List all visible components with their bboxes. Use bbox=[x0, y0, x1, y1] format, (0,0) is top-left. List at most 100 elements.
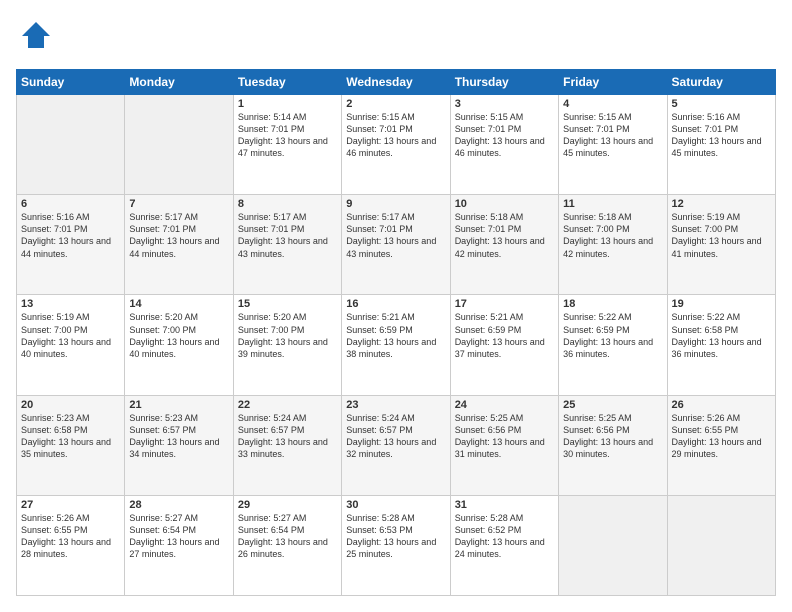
day-number: 10 bbox=[455, 198, 554, 210]
logo bbox=[16, 16, 54, 59]
calendar-cell: 20Sunrise: 5:23 AM Sunset: 6:58 PM Dayli… bbox=[17, 395, 125, 495]
day-info: Sunrise: 5:25 AM Sunset: 6:56 PM Dayligh… bbox=[563, 412, 662, 461]
calendar-cell bbox=[17, 95, 125, 195]
calendar-cell bbox=[559, 495, 667, 595]
day-number: 18 bbox=[563, 298, 662, 310]
day-number: 4 bbox=[563, 98, 662, 110]
calendar-cell: 7Sunrise: 5:17 AM Sunset: 7:01 PM Daylig… bbox=[125, 195, 233, 295]
day-number: 24 bbox=[455, 399, 554, 411]
day-info: Sunrise: 5:23 AM Sunset: 6:58 PM Dayligh… bbox=[21, 412, 120, 461]
day-info: Sunrise: 5:21 AM Sunset: 6:59 PM Dayligh… bbox=[455, 311, 554, 360]
day-info: Sunrise: 5:17 AM Sunset: 7:01 PM Dayligh… bbox=[129, 211, 228, 260]
day-info: Sunrise: 5:19 AM Sunset: 7:00 PM Dayligh… bbox=[21, 311, 120, 360]
day-number: 16 bbox=[346, 298, 445, 310]
calendar-cell: 30Sunrise: 5:28 AM Sunset: 6:53 PM Dayli… bbox=[342, 495, 450, 595]
day-info: Sunrise: 5:21 AM Sunset: 6:59 PM Dayligh… bbox=[346, 311, 445, 360]
day-info: Sunrise: 5:22 AM Sunset: 6:59 PM Dayligh… bbox=[563, 311, 662, 360]
day-number: 22 bbox=[238, 399, 337, 411]
calendar-cell: 16Sunrise: 5:21 AM Sunset: 6:59 PM Dayli… bbox=[342, 295, 450, 395]
calendar-cell: 22Sunrise: 5:24 AM Sunset: 6:57 PM Dayli… bbox=[233, 395, 341, 495]
calendar-week-row: 1Sunrise: 5:14 AM Sunset: 7:01 PM Daylig… bbox=[17, 95, 776, 195]
day-number: 14 bbox=[129, 298, 228, 310]
weekday-header: Thursday bbox=[450, 70, 558, 95]
calendar-week-row: 20Sunrise: 5:23 AM Sunset: 6:58 PM Dayli… bbox=[17, 395, 776, 495]
calendar-cell: 26Sunrise: 5:26 AM Sunset: 6:55 PM Dayli… bbox=[667, 395, 775, 495]
calendar-cell: 9Sunrise: 5:17 AM Sunset: 7:01 PM Daylig… bbox=[342, 195, 450, 295]
day-info: Sunrise: 5:18 AM Sunset: 7:01 PM Dayligh… bbox=[455, 211, 554, 260]
day-info: Sunrise: 5:15 AM Sunset: 7:01 PM Dayligh… bbox=[455, 111, 554, 160]
calendar-cell: 8Sunrise: 5:17 AM Sunset: 7:01 PM Daylig… bbox=[233, 195, 341, 295]
day-number: 26 bbox=[672, 399, 771, 411]
day-info: Sunrise: 5:26 AM Sunset: 6:55 PM Dayligh… bbox=[672, 412, 771, 461]
day-number: 7 bbox=[129, 198, 228, 210]
day-number: 25 bbox=[563, 399, 662, 411]
day-number: 8 bbox=[238, 198, 337, 210]
day-info: Sunrise: 5:16 AM Sunset: 7:01 PM Dayligh… bbox=[672, 111, 771, 160]
day-number: 27 bbox=[21, 499, 120, 511]
calendar-cell: 5Sunrise: 5:16 AM Sunset: 7:01 PM Daylig… bbox=[667, 95, 775, 195]
day-info: Sunrise: 5:25 AM Sunset: 6:56 PM Dayligh… bbox=[455, 412, 554, 461]
calendar-cell: 18Sunrise: 5:22 AM Sunset: 6:59 PM Dayli… bbox=[559, 295, 667, 395]
calendar-cell: 3Sunrise: 5:15 AM Sunset: 7:01 PM Daylig… bbox=[450, 95, 558, 195]
day-info: Sunrise: 5:18 AM Sunset: 7:00 PM Dayligh… bbox=[563, 211, 662, 260]
day-info: Sunrise: 5:15 AM Sunset: 7:01 PM Dayligh… bbox=[346, 111, 445, 160]
calendar-cell: 12Sunrise: 5:19 AM Sunset: 7:00 PM Dayli… bbox=[667, 195, 775, 295]
weekday-header: Friday bbox=[559, 70, 667, 95]
calendar-cell: 13Sunrise: 5:19 AM Sunset: 7:00 PM Dayli… bbox=[17, 295, 125, 395]
calendar-cell: 1Sunrise: 5:14 AM Sunset: 7:01 PM Daylig… bbox=[233, 95, 341, 195]
day-number: 6 bbox=[21, 198, 120, 210]
day-info: Sunrise: 5:24 AM Sunset: 6:57 PM Dayligh… bbox=[238, 412, 337, 461]
day-number: 11 bbox=[563, 198, 662, 210]
calendar-cell: 29Sunrise: 5:27 AM Sunset: 6:54 PM Dayli… bbox=[233, 495, 341, 595]
day-info: Sunrise: 5:20 AM Sunset: 7:00 PM Dayligh… bbox=[238, 311, 337, 360]
calendar-cell: 14Sunrise: 5:20 AM Sunset: 7:00 PM Dayli… bbox=[125, 295, 233, 395]
calendar-cell bbox=[667, 495, 775, 595]
calendar-cell: 6Sunrise: 5:16 AM Sunset: 7:01 PM Daylig… bbox=[17, 195, 125, 295]
day-info: Sunrise: 5:22 AM Sunset: 6:58 PM Dayligh… bbox=[672, 311, 771, 360]
day-info: Sunrise: 5:17 AM Sunset: 7:01 PM Dayligh… bbox=[346, 211, 445, 260]
calendar-week-row: 13Sunrise: 5:19 AM Sunset: 7:00 PM Dayli… bbox=[17, 295, 776, 395]
day-number: 31 bbox=[455, 499, 554, 511]
day-info: Sunrise: 5:24 AM Sunset: 6:57 PM Dayligh… bbox=[346, 412, 445, 461]
day-info: Sunrise: 5:19 AM Sunset: 7:00 PM Dayligh… bbox=[672, 211, 771, 260]
calendar-cell: 24Sunrise: 5:25 AM Sunset: 6:56 PM Dayli… bbox=[450, 395, 558, 495]
day-number: 5 bbox=[672, 98, 771, 110]
day-info: Sunrise: 5:27 AM Sunset: 6:54 PM Dayligh… bbox=[129, 512, 228, 561]
weekday-header: Wednesday bbox=[342, 70, 450, 95]
calendar-cell: 27Sunrise: 5:26 AM Sunset: 6:55 PM Dayli… bbox=[17, 495, 125, 595]
day-info: Sunrise: 5:26 AM Sunset: 6:55 PM Dayligh… bbox=[21, 512, 120, 561]
day-number: 9 bbox=[346, 198, 445, 210]
day-number: 12 bbox=[672, 198, 771, 210]
day-number: 23 bbox=[346, 399, 445, 411]
calendar-cell: 23Sunrise: 5:24 AM Sunset: 6:57 PM Dayli… bbox=[342, 395, 450, 495]
day-number: 2 bbox=[346, 98, 445, 110]
day-info: Sunrise: 5:17 AM Sunset: 7:01 PM Dayligh… bbox=[238, 211, 337, 260]
day-info: Sunrise: 5:28 AM Sunset: 6:52 PM Dayligh… bbox=[455, 512, 554, 561]
calendar-cell: 2Sunrise: 5:15 AM Sunset: 7:01 PM Daylig… bbox=[342, 95, 450, 195]
day-number: 29 bbox=[238, 499, 337, 511]
day-info: Sunrise: 5:28 AM Sunset: 6:53 PM Dayligh… bbox=[346, 512, 445, 561]
day-number: 1 bbox=[238, 98, 337, 110]
day-info: Sunrise: 5:27 AM Sunset: 6:54 PM Dayligh… bbox=[238, 512, 337, 561]
day-info: Sunrise: 5:20 AM Sunset: 7:00 PM Dayligh… bbox=[129, 311, 228, 360]
weekday-header: Sunday bbox=[17, 70, 125, 95]
day-number: 20 bbox=[21, 399, 120, 411]
weekday-header: Monday bbox=[125, 70, 233, 95]
day-number: 21 bbox=[129, 399, 228, 411]
day-info: Sunrise: 5:14 AM Sunset: 7:01 PM Dayligh… bbox=[238, 111, 337, 160]
day-number: 28 bbox=[129, 499, 228, 511]
logo-graphic bbox=[16, 16, 54, 59]
calendar-cell: 21Sunrise: 5:23 AM Sunset: 6:57 PM Dayli… bbox=[125, 395, 233, 495]
page: SundayMondayTuesdayWednesdayThursdayFrid… bbox=[0, 0, 792, 612]
day-number: 3 bbox=[455, 98, 554, 110]
day-number: 19 bbox=[672, 298, 771, 310]
calendar-cell: 31Sunrise: 5:28 AM Sunset: 6:52 PM Dayli… bbox=[450, 495, 558, 595]
day-number: 17 bbox=[455, 298, 554, 310]
header bbox=[16, 16, 776, 59]
weekday-header: Saturday bbox=[667, 70, 775, 95]
calendar-header-row: SundayMondayTuesdayWednesdayThursdayFrid… bbox=[17, 70, 776, 95]
calendar-cell: 28Sunrise: 5:27 AM Sunset: 6:54 PM Dayli… bbox=[125, 495, 233, 595]
calendar-week-row: 27Sunrise: 5:26 AM Sunset: 6:55 PM Dayli… bbox=[17, 495, 776, 595]
day-info: Sunrise: 5:23 AM Sunset: 6:57 PM Dayligh… bbox=[129, 412, 228, 461]
calendar-cell: 15Sunrise: 5:20 AM Sunset: 7:00 PM Dayli… bbox=[233, 295, 341, 395]
